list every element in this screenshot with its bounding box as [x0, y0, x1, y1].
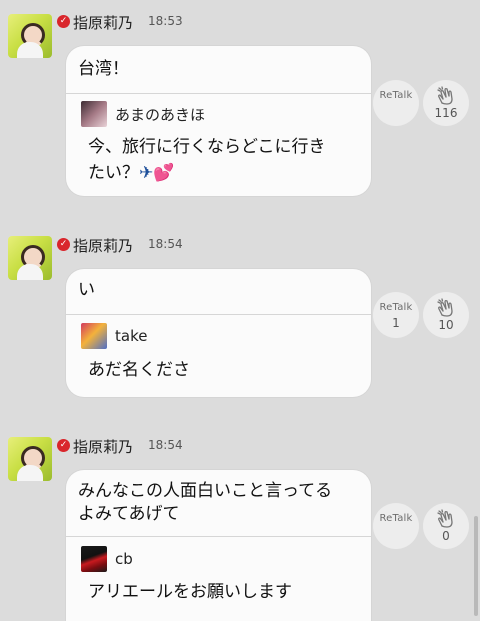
author-avatar[interactable]	[8, 236, 52, 280]
clap-button[interactable]: 0	[423, 503, 469, 549]
quote-author[interactable]: cb	[115, 550, 133, 568]
airplane-heart-emoji: ✈💕	[139, 163, 175, 183]
message-bubble[interactable]: 台湾！ あまのあきほ 今、旅行に行くならどこに行き たい？✈💕	[66, 46, 371, 196]
retalk-button[interactable]: ReTalk	[373, 80, 419, 126]
clap-button[interactable]: 10	[423, 292, 469, 338]
message-text: みんなこの人面白いこと言ってる よみてあげて	[78, 481, 333, 524]
scrollbar[interactable]	[474, 516, 478, 616]
clapping-hands-icon	[437, 509, 453, 528]
clap-count: 0	[442, 529, 450, 543]
clapping-hands-icon	[437, 86, 453, 105]
author-name[interactable]: 指原莉乃	[73, 436, 133, 457]
quote-avatar[interactable]	[81, 323, 107, 349]
quote-text: あだ名くださ	[88, 360, 190, 380]
message-text: い	[78, 280, 95, 300]
clapping-hands-icon	[437, 298, 453, 317]
message-time: 18:54	[148, 438, 183, 452]
retalk-count: 1	[392, 316, 400, 330]
clap-button[interactable]: 116	[423, 80, 469, 126]
quote-avatar[interactable]	[81, 546, 107, 572]
author-name[interactable]: 指原莉乃	[73, 235, 133, 256]
verified-icon: ✓	[57, 238, 70, 251]
retalk-button[interactable]: ReTalk	[373, 503, 419, 549]
message-time: 18:54	[148, 237, 183, 251]
quote-divider	[66, 536, 371, 537]
quote-author[interactable]: take	[115, 327, 147, 345]
clap-count: 10	[438, 318, 454, 332]
quote-avatar[interactable]	[81, 101, 107, 127]
quote-divider	[66, 93, 371, 94]
quote-text: 今、旅行に行くならどこに行き たい？✈💕	[88, 137, 326, 183]
message-bubble[interactable]: い take あだ名くださ	[66, 269, 371, 397]
message-time: 18:53	[148, 14, 183, 28]
message-text: 台湾！	[78, 59, 129, 79]
quote-divider	[66, 314, 371, 315]
verified-icon: ✓	[57, 15, 70, 28]
clap-count: 116	[434, 106, 458, 120]
verified-icon: ✓	[57, 439, 70, 452]
author-avatar[interactable]	[8, 14, 52, 58]
quote-text: アリエールをお願いします	[88, 582, 292, 602]
author-avatar[interactable]	[8, 437, 52, 481]
retalk-button[interactable]: ReTalk 1	[373, 292, 419, 338]
quote-author[interactable]: あまのあきほ	[115, 104, 205, 125]
message-bubble[interactable]: みんなこの人面白いこと言ってる よみてあげて cb アリエールをお願いします	[66, 470, 371, 621]
author-name[interactable]: 指原莉乃	[73, 12, 133, 33]
retalk-label: ReTalk	[379, 90, 413, 101]
retalk-label: ReTalk	[379, 513, 413, 524]
retalk-label: ReTalk	[379, 302, 413, 313]
